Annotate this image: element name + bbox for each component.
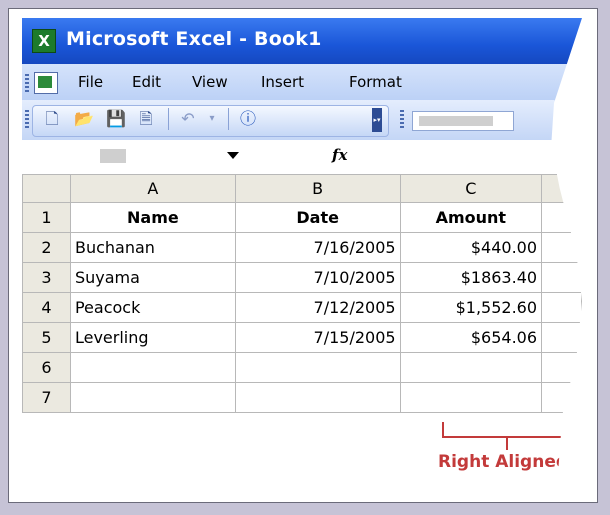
font-name-box[interactable]: [412, 111, 514, 131]
excel-icon: X: [32, 29, 56, 53]
save-icon[interactable]: 💾: [106, 108, 126, 130]
row-header[interactable]: 6: [22, 352, 71, 383]
cell-b5[interactable]: 7/15/2005: [234, 322, 401, 353]
menu-file[interactable]: File: [78, 73, 103, 91]
cell-d3[interactable]: [541, 262, 582, 293]
cell-a1[interactable]: Name: [69, 202, 236, 233]
menu-grip-icon[interactable]: [25, 74, 29, 92]
cell-c6[interactable]: [399, 352, 543, 383]
column-header-a[interactable]: A: [69, 174, 236, 203]
workbook-icon[interactable]: [34, 72, 58, 94]
column-header-c[interactable]: C: [399, 174, 543, 203]
menu-format[interactable]: Format: [349, 73, 402, 91]
toolbar-grip-icon[interactable]: [25, 110, 29, 130]
row-header[interactable]: 3: [22, 262, 71, 293]
menu-edit[interactable]: Edit: [132, 73, 161, 91]
cell-c4[interactable]: $1,552.60: [399, 292, 543, 323]
cell-d5[interactable]: [541, 322, 582, 353]
undo-icon[interactable]: ↶: [178, 108, 198, 130]
cell-a2[interactable]: Buchanan: [69, 232, 236, 263]
select-all-corner[interactable]: [22, 174, 71, 203]
column-header-b[interactable]: B: [234, 174, 401, 203]
row-header[interactable]: 4: [22, 292, 71, 323]
row-header[interactable]: 5: [22, 322, 71, 353]
cell-b7[interactable]: [234, 382, 401, 413]
title-bar: X Microsoft Excel - Book1: [22, 18, 582, 64]
chevron-down-icon[interactable]: [227, 152, 239, 159]
open-icon[interactable]: 📂: [74, 108, 94, 130]
cell-a6[interactable]: [69, 352, 236, 383]
new-icon[interactable]: 🗋: [42, 108, 62, 130]
fx-icon[interactable]: fx: [332, 146, 347, 164]
annotation-label: Right Aligned: [436, 452, 571, 472]
cell-c7[interactable]: [399, 382, 543, 413]
window-title: Microsoft Excel - Book1: [66, 28, 322, 50]
cell-c5[interactable]: $654.06: [399, 322, 543, 353]
cell-a4[interactable]: Peacock: [69, 292, 236, 323]
table-row: 7: [22, 382, 582, 413]
toolbar-separator: [228, 108, 229, 130]
table-row: 1 Name Date Amount: [22, 202, 582, 233]
annotation-bracket: [442, 422, 580, 438]
row-header[interactable]: 2: [22, 232, 71, 263]
cell-b6[interactable]: [234, 352, 401, 383]
toolbar-options-icon[interactable]: ▸▾: [372, 108, 382, 132]
excel-window: X Microsoft Excel - Book1 File Edit View…: [22, 18, 582, 490]
undo-dropdown-icon[interactable]: ▾: [202, 108, 222, 130]
cell-b1[interactable]: Date: [234, 202, 401, 233]
cell-a5[interactable]: Leverling: [69, 322, 236, 353]
help-icon[interactable]: ⓘ: [238, 108, 258, 130]
table-row: 2 Buchanan 7/16/2005 $440.00: [22, 232, 582, 263]
standard-toolbar: 🗋 📂 💾 🗎 ↶ ▾ ⓘ ▸▾: [22, 100, 582, 140]
toolbar-grip-icon[interactable]: [400, 110, 404, 130]
table-row: 6: [22, 352, 582, 383]
menu-bar: File Edit View Insert Format: [22, 64, 582, 101]
row-header[interactable]: 7: [22, 382, 71, 413]
name-box-value: [100, 149, 126, 163]
cell-d4[interactable]: [541, 292, 582, 323]
print-preview-icon[interactable]: 🗎: [136, 108, 156, 130]
cell-c1[interactable]: Amount: [399, 202, 543, 233]
worksheet-grid: A B C 1 Name Date Amount 2 Buchanan 7/16…: [22, 174, 582, 413]
formula-bar: fx: [22, 140, 582, 175]
table-row: 5 Leverling 7/15/2005 $654.06: [22, 322, 582, 353]
table-row: 3 Suyama 7/10/2005 $1863.40: [22, 262, 582, 293]
toolbar-separator: [168, 108, 169, 130]
table-row: 4 Peacock 7/12/2005 $1,552.60: [22, 292, 582, 323]
name-box[interactable]: [30, 144, 255, 168]
cell-a7[interactable]: [69, 382, 236, 413]
row-header[interactable]: 1: [22, 202, 71, 233]
cell-b4[interactable]: 7/12/2005: [234, 292, 401, 323]
annotation-stem: [506, 436, 508, 450]
cell-a3[interactable]: Suyama: [69, 262, 236, 293]
cell-c3[interactable]: $1863.40: [399, 262, 543, 293]
cell-c2[interactable]: $440.00: [399, 232, 543, 263]
cell-b3[interactable]: 7/10/2005: [234, 262, 401, 293]
menu-view[interactable]: View: [192, 73, 228, 91]
menu-insert[interactable]: Insert: [261, 73, 304, 91]
cell-b2[interactable]: 7/16/2005: [234, 232, 401, 263]
